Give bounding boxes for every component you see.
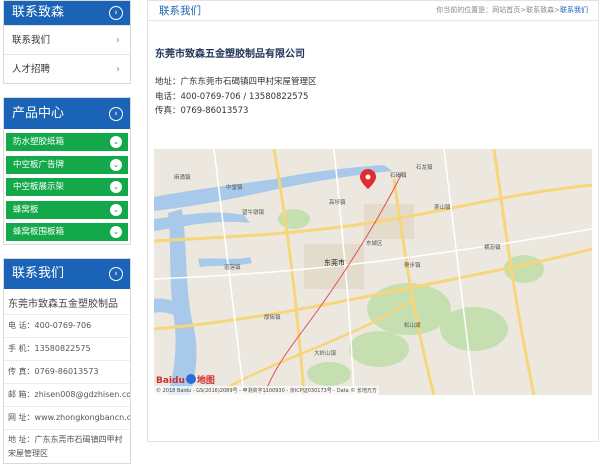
products-block: 产品中心 › 防水塑胶纸箱 ⌄ 中空板广告牌 ⌄ 中空板展示架 ⌄ 蜂窝板 ⌄ …	[3, 97, 131, 245]
breadcrumb: 你当前的位置是：网站首页>联系致森>联系我们	[436, 5, 588, 15]
map-park	[440, 307, 508, 351]
map-label: 东城区	[366, 239, 383, 247]
contact-block: 联系我们 › 东莞市致森五金塑胶制品 电 话：400-0769-706 手 机：…	[3, 258, 131, 464]
map-credit: © 2018 Baidu - GS(2016)2089号 - 甲测资字11009…	[154, 386, 379, 395]
map-label: 石龙镇	[416, 163, 433, 171]
product-item-label: 中空板展示架	[13, 182, 65, 192]
chevron-down-icon: ⌄	[110, 158, 122, 171]
chevron-down-icon: ⌄	[110, 181, 122, 193]
chevron-down-icon: ⌄	[110, 203, 122, 216]
map-canvas: 中堂镇 麻涌镇 高埗镇 石碣镇 石龙镇 望牛墩镇 东莞市 道滘镇 寮步镇 东城区…	[154, 149, 592, 395]
product-item-honeycomb-box[interactable]: 蜂窝板围板箱 ⌄	[6, 223, 128, 241]
contact-website[interactable]: 网 址：www.zhongkongbancn.com	[4, 406, 130, 429]
product-item-display-rack[interactable]: 中空板展示架 ⌄	[6, 178, 128, 196]
sidebar-item-contact-us[interactable]: 联系我们 ›	[4, 25, 130, 54]
location-marker-dot	[365, 174, 371, 180]
map-label: 道滘镇	[224, 263, 241, 271]
address-line: 地址：广东东莞市石碣镇四甲村宋屋管理区	[155, 77, 317, 87]
products-block-header: 产品中心 ›	[4, 98, 130, 129]
company-name: 东莞市致森五金塑胶制品有限公司	[155, 49, 305, 60]
contact-mobile: 手 机：13580822575	[4, 337, 130, 360]
chevron-right-icon[interactable]: ›	[109, 107, 123, 121]
product-category-list: 防水塑胶纸箱 ⌄ 中空板广告牌 ⌄ 中空板展示架 ⌄ 蜂窝板 ⌄ 蜂窝板围板箱 …	[4, 129, 130, 241]
page-title: 联系我们	[159, 5, 201, 17]
map-label: 大岭山镇	[314, 349, 337, 357]
map-label: 东莞市	[324, 258, 345, 267]
breadcrumb-home-link[interactable]: 网站首页	[492, 6, 520, 14]
map-label: 横沥镇	[484, 243, 501, 251]
chevron-right-icon: ›	[116, 64, 120, 75]
breadcrumb-section-link[interactable]: 联系致森	[526, 6, 554, 14]
product-item-label: 防水塑胶纸箱	[13, 137, 65, 147]
about-block-title: 联系致森	[12, 5, 65, 20]
sidebar-item-label: 联系我们	[12, 35, 51, 46]
phone-line: 电话：400-0769-706 / 13580822575	[155, 91, 309, 102]
paw-icon	[185, 374, 196, 384]
map-label: 厚街镇	[264, 313, 281, 321]
contact-fax: 传 真：0769-86013573	[4, 360, 130, 383]
breadcrumb-current: 联系我们	[560, 6, 588, 14]
chevron-down-icon: ⌄	[110, 136, 122, 148]
map-label: 松山湖	[404, 321, 421, 329]
map-label: 中堂镇	[226, 183, 243, 191]
product-item-billboard[interactable]: 中空板广告牌 ⌄	[6, 155, 128, 174]
product-item-label: 中空板广告牌	[13, 159, 65, 170]
map-label: 望牛墩镇	[242, 208, 265, 216]
map-label: 石碣镇	[390, 171, 407, 179]
contact-email[interactable]: 邮 箱：zhisen008@gdzhisen.com	[4, 383, 130, 406]
about-block-header: 联系致森 ›	[4, 1, 130, 25]
baidu-logo-suffix: 地图	[196, 376, 215, 386]
baidu-logo-text: Baidu	[156, 376, 185, 386]
main-content: 联系我们 你当前的位置是：网站首页>联系致森>联系我们 东莞市致森五金塑胶制品有…	[147, 0, 599, 442]
contact-block-header: 联系我们 ›	[4, 259, 130, 289]
chevron-right-icon[interactable]: ›	[109, 6, 123, 20]
map-label: 高埗镇	[329, 198, 346, 206]
fax-line: 传真：0769-86013573	[155, 106, 249, 116]
product-item-waterproof-box[interactable]: 防水塑胶纸箱 ⌄	[6, 133, 128, 151]
products-block-title: 产品中心	[12, 106, 65, 121]
chevron-right-icon[interactable]: ›	[109, 267, 123, 281]
chevron-right-icon: ›	[116, 35, 120, 46]
baidu-map[interactable]: 中堂镇 麻涌镇 高埗镇 石碣镇 石龙镇 望牛墩镇 东莞市 道滘镇 寮步镇 东城区…	[154, 149, 592, 395]
breadcrumb-prefix: 你当前的位置是：	[436, 6, 493, 14]
product-item-label: 蜂窝板	[13, 204, 39, 215]
sidebar-item-recruitment[interactable]: 人才招聘 ›	[4, 54, 130, 83]
contact-info: 地址：广东东莞市石碣镇四甲村宋屋管理区 电话：400-0769-706 / 13…	[155, 75, 317, 119]
contact-block-title: 联系我们	[12, 266, 65, 281]
chevron-down-icon: ⌄	[110, 226, 122, 238]
contact-address: 地 址：广东东莞市石碣镇四甲村宋屋管理区	[4, 429, 130, 461]
map-label: 麻涌镇	[174, 173, 191, 181]
map-label: 茶山镇	[434, 203, 451, 211]
about-block: 联系致森 › 联系我们 › 人才招聘 ›	[3, 0, 131, 84]
contact-phone: 电 话：400-0769-706	[4, 314, 130, 337]
title-bar: 联系我们 你当前的位置是：网站首页>联系致森>联系我们	[148, 1, 598, 21]
map-park	[349, 331, 409, 367]
map-park	[307, 362, 351, 386]
product-item-label: 蜂窝板围板箱	[13, 227, 65, 237]
product-item-honeycomb-board[interactable]: 蜂窝板 ⌄	[6, 200, 128, 219]
map-label: 寮步镇	[404, 261, 421, 269]
baidu-logo[interactable]: Baidu 地图	[156, 373, 215, 386]
contact-company-name: 东莞市致森五金塑胶制品	[8, 299, 118, 310]
sidebar-item-label: 人才招聘	[12, 64, 51, 75]
